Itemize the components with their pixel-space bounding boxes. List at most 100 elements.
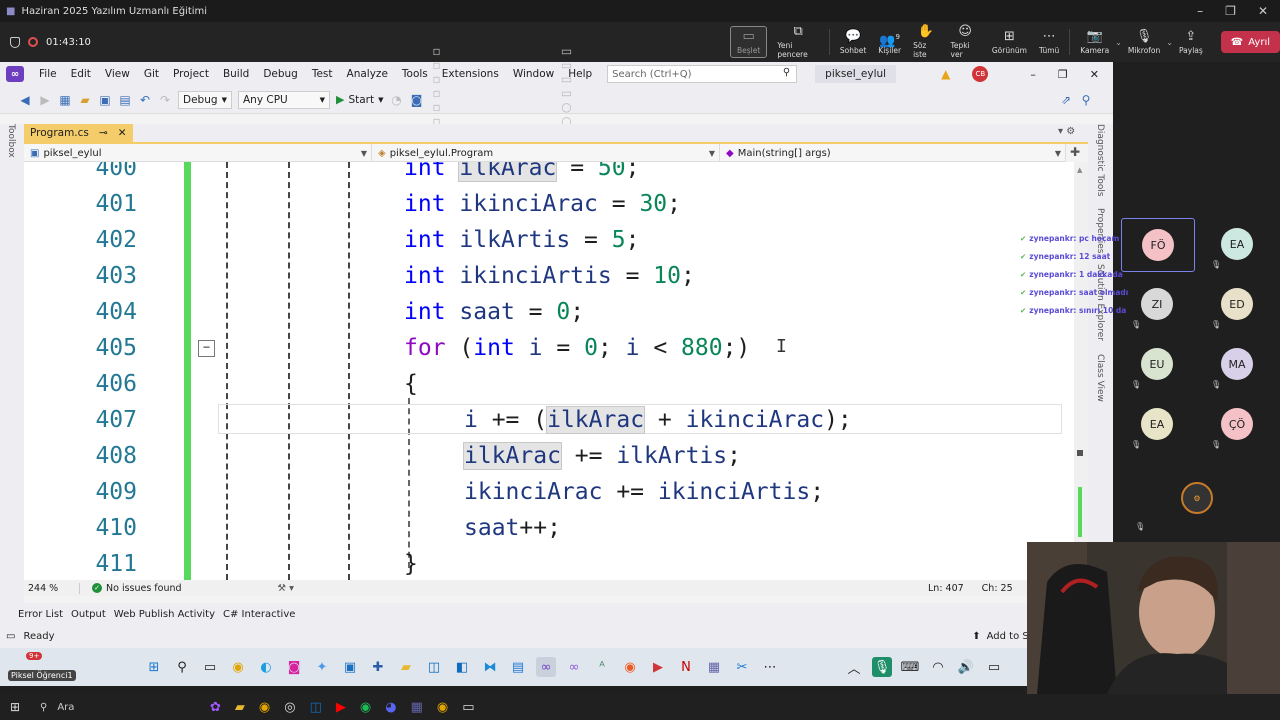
project-dropdown[interactable]: ▣ piksel_eylul ▼ [24,144,372,162]
chat-button[interactable]: 💬 Sohbet [834,22,872,62]
volume-icon[interactable]: 🔊 [956,657,976,677]
github-icon[interactable]: ◎ [284,700,295,715]
visual-studio-icon[interactable]: ∞ [536,657,556,677]
class-dropdown[interactable]: ◈ piksel_eylul.Program ▼ [372,144,720,162]
media-icon[interactable]: ▶ [648,657,668,677]
windows-start-icon[interactable]: ⊞ [144,657,164,677]
brush-icon[interactable]: ⚒ ▾ [278,583,294,594]
participant-tile[interactable]: ⚙ 🎙 [1135,474,1221,531]
save-icon[interactable]: ▣ [98,93,112,107]
people-button[interactable]: 👥9 Kişiler [872,22,907,62]
editor-scrollbar[interactable]: ▲ [1074,162,1088,580]
minimize-icon[interactable]: – [1197,4,1203,18]
figma-icon[interactable]: ✿ [210,700,221,715]
menu-file[interactable]: File [32,68,64,80]
maximize-icon[interactable]: ❐ [1225,4,1236,18]
class-view-tab[interactable]: Class View [1095,354,1105,402]
participant-tile[interactable]: MA 🎙 [1211,340,1261,389]
menu-window[interactable]: Window [506,68,561,80]
visual-studio-2-icon[interactable]: ∞ [564,657,584,677]
word-icon[interactable]: ▤ [508,657,528,677]
tab-close-icon[interactable]: ✕ [118,127,127,139]
terminal-icon[interactable]: ▭ [462,700,474,715]
pin-icon[interactable]: ⊸ [99,127,108,139]
vs-restore-icon[interactable]: ❐ [1058,68,1068,81]
menu-build[interactable]: Build [216,68,256,80]
tab-output[interactable]: Output [71,609,106,620]
menu-view[interactable]: View [98,68,137,80]
instagram-icon[interactable]: ◙ [284,657,304,677]
app-icon[interactable]: ✦ [312,657,332,677]
zoom-level[interactable]: 244 % [24,582,80,594]
tab-overflow-icon[interactable]: ▾ ⚙ [1058,126,1075,137]
forward-icon[interactable]: ▶ [38,93,52,107]
task-view-icon[interactable]: ▭ [200,657,220,677]
netflix-icon[interactable]: N [676,657,696,677]
keyboard-icon[interactable]: ⌨ [900,657,920,677]
warning-icon[interactable]: ▲ [941,67,950,81]
spotify-icon[interactable]: ◉ [360,700,371,715]
hot-reload-icon[interactable]: ◔ [390,93,404,107]
close-icon[interactable]: ✕ [1258,4,1268,18]
edge-icon[interactable]: ◐ [256,657,276,677]
ssms-icon[interactable]: ✚ [368,657,388,677]
mic-button[interactable]: 🎙 Mikrofon [1122,22,1166,62]
raise-hand-button[interactable]: ✋ Söz iste [907,22,944,62]
tab-program-cs[interactable]: Program.cs ⊸ ✕ [24,124,133,142]
participant-tile[interactable]: EA 🎙 [1211,220,1261,269]
discord-icon[interactable]: ◕ [385,700,396,715]
code-editor[interactable]: − 400 int ilkArac = 50; 401 int ikinciAr… [24,162,1074,580]
scroll-up-icon[interactable]: ▲ [1077,166,1082,174]
column-number[interactable]: Ch: 25 [982,583,1013,594]
view-button[interactable]: ⊞ Görünüm [986,22,1033,62]
new-project-icon[interactable]: ▦ [58,93,72,107]
redo-icon[interactable]: ↷ [158,93,172,107]
participant-tile[interactable]: ÇÖ 🎙 [1211,400,1261,449]
undo-icon[interactable]: ↶ [138,93,152,107]
new-window-button[interactable]: ⧉ Yeni pencere [771,22,825,62]
participant-tile[interactable]: ED 🎙 [1211,280,1261,329]
menu-git[interactable]: Git [137,68,166,80]
split-editor-icon[interactable]: ✚ [1070,145,1080,159]
live-share-icon[interactable]: ⇗ [1059,93,1073,107]
participant-tile[interactable]: EU 🎙 [1131,340,1181,389]
start-button[interactable]: ▶ Start ▼ [336,93,384,106]
menu-analyze[interactable]: Analyze [340,68,395,80]
react-button[interactable]: ☺ Tepki ver [945,22,986,62]
outlook-icon[interactable]: ◫ [310,700,322,715]
chrome-2-icon[interactable]: ◉ [437,700,448,715]
leave-button[interactable]: ☎ Ayrıl [1220,31,1280,53]
camera-button[interactable]: 📷 Kamera [1074,22,1115,62]
platform-select[interactable]: Any CPU ▼ [238,90,330,109]
back-icon[interactable]: ◀ [18,93,32,107]
tab-csharp-interactive[interactable]: C# Interactive [223,609,295,620]
teams-icon[interactable]: ▦ [411,700,423,715]
save-all-icon[interactable]: ▤ [118,93,132,107]
participant-tile[interactable]: EA 🎙 [1131,400,1181,449]
present-button[interactable]: ▭ Beşlet [730,26,768,58]
toolbox-tab[interactable]: Toolbox [6,124,16,158]
camera-chevron-icon[interactable]: ⌄ [1115,38,1122,47]
tray-chevron-icon[interactable]: ︿ [844,657,864,677]
app-a-icon[interactable]: ᴬ [592,657,612,677]
more-button[interactable]: ⋯ Tümü [1033,22,1065,62]
diagnostic-tools-tab[interactable]: Diagnostic Tools [1095,124,1105,197]
postman-icon[interactable]: ◉ [620,657,640,677]
outlook-icon[interactable]: ◫ [424,657,444,677]
tab-web-publish[interactable]: Web Publish Activity [114,609,215,620]
mic-chevron-icon[interactable]: ⌄ [1166,38,1173,47]
menu-edit[interactable]: Edit [64,68,98,80]
camera-snapshot-icon[interactable]: ◙ [410,93,424,107]
vs-close-icon[interactable]: ✕ [1090,68,1099,81]
share-button[interactable]: ⇪ Paylaş [1173,22,1209,62]
youtube-icon[interactable]: ▶ [336,700,346,715]
chrome-icon[interactable]: ◉ [259,700,270,715]
vs-minimize-icon[interactable]: – [1030,68,1036,81]
open-icon[interactable]: ▰ [78,93,92,107]
vs-search-input[interactable]: Search (Ctrl+Q) ⚲ [607,65,798,83]
tab-error-list[interactable]: Error List [18,609,63,620]
menu-project[interactable]: Project [166,68,216,80]
line-number[interactable]: Ln: 407 [928,583,964,594]
feedback-icon[interactable]: ⚲ [1079,93,1093,107]
account-avatar[interactable]: CB [972,66,989,82]
